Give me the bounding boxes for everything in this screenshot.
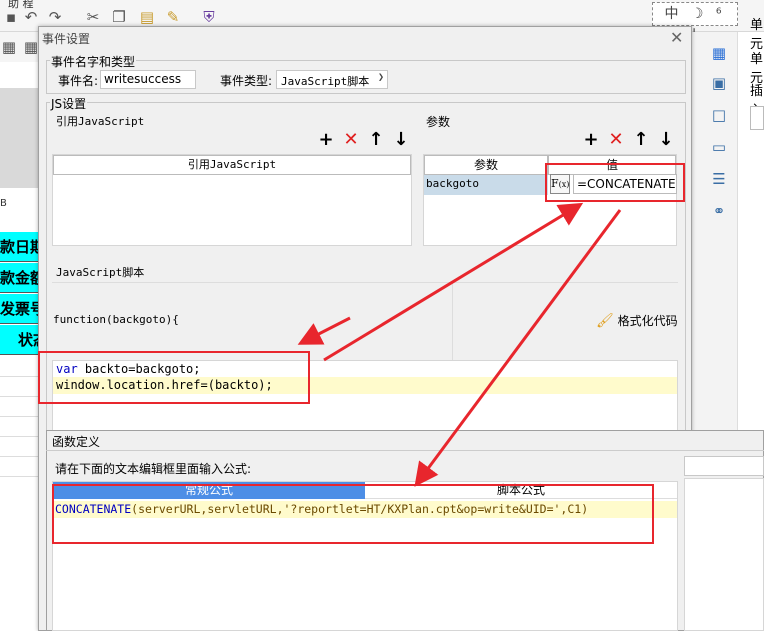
- arrow-to-formula: [414, 209, 622, 487]
- arrow-to-code: [297, 316, 351, 345]
- annotation-arrows: [297, 202, 622, 487]
- arrow-to-param: [323, 202, 584, 362]
